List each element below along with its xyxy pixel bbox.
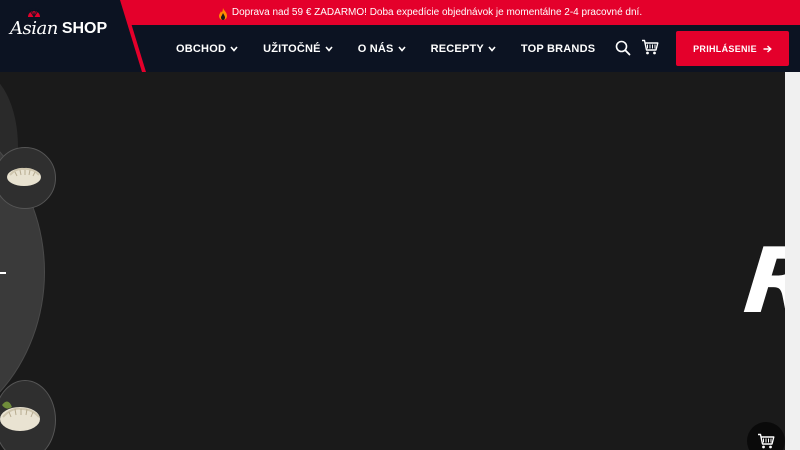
search-icon — [615, 40, 631, 56]
dumpling-image — [0, 401, 40, 431]
main-nav: OBCHOD UŽITOČNÉ O NÁS RECEPTY TOP BRANDS — [176, 25, 620, 72]
flame-icon — [218, 7, 227, 20]
floating-cart-button[interactable] — [747, 422, 785, 450]
chevron-down-icon — [397, 45, 406, 52]
nav-item-o-nas[interactable]: O NÁS — [358, 43, 406, 55]
search-button[interactable] — [615, 40, 631, 56]
cart-icon — [758, 433, 775, 448]
nav-item-label: OBCHOD — [176, 42, 227, 55]
nav-item-label: O NÁS — [357, 42, 394, 55]
nav-item-obchod[interactable]: OBCHOD — [176, 43, 238, 55]
chevron-down-icon — [325, 45, 333, 52]
logo[interactable]: Asian SHOP — [10, 8, 108, 39]
cart-icon — [642, 39, 659, 55]
nav-item-recepty[interactable]: RECEPTY — [431, 43, 496, 55]
logo-asian-text: Asian — [10, 18, 58, 39]
hero-headline-letter: R — [739, 229, 785, 334]
nav-item-uzitocne[interactable]: UŽITOČNÉ — [263, 43, 333, 55]
page-scrollbar[interactable] — [785, 72, 800, 450]
promo-text: Doprava nad 59 € ZADARMO! Doba expedície… — [231, 7, 643, 18]
chevron-down-icon — [230, 45, 238, 52]
chevron-down-icon — [488, 45, 496, 52]
login-button[interactable]: PRIHLÁSENIE — [676, 31, 789, 66]
hero-section: R — [0, 72, 785, 450]
nav-item-top-brands[interactable]: TOP BRANDS — [521, 43, 595, 55]
nav-item-label: UŽITOČNÉ — [263, 42, 321, 55]
dumpling-image — [7, 167, 41, 186]
rising-sun-icon — [28, 8, 40, 17]
cart-button[interactable] — [641, 39, 659, 56]
hero-dash — [0, 272, 6, 274]
nav-item-label: RECEPTY — [430, 42, 484, 55]
login-label: PRIHLÁSENIE — [693, 43, 757, 54]
nav-item-label: TOP BRANDS — [520, 42, 596, 55]
arrow-right-icon — [763, 44, 772, 53]
logo-shop-text: SHOP — [61, 20, 108, 37]
